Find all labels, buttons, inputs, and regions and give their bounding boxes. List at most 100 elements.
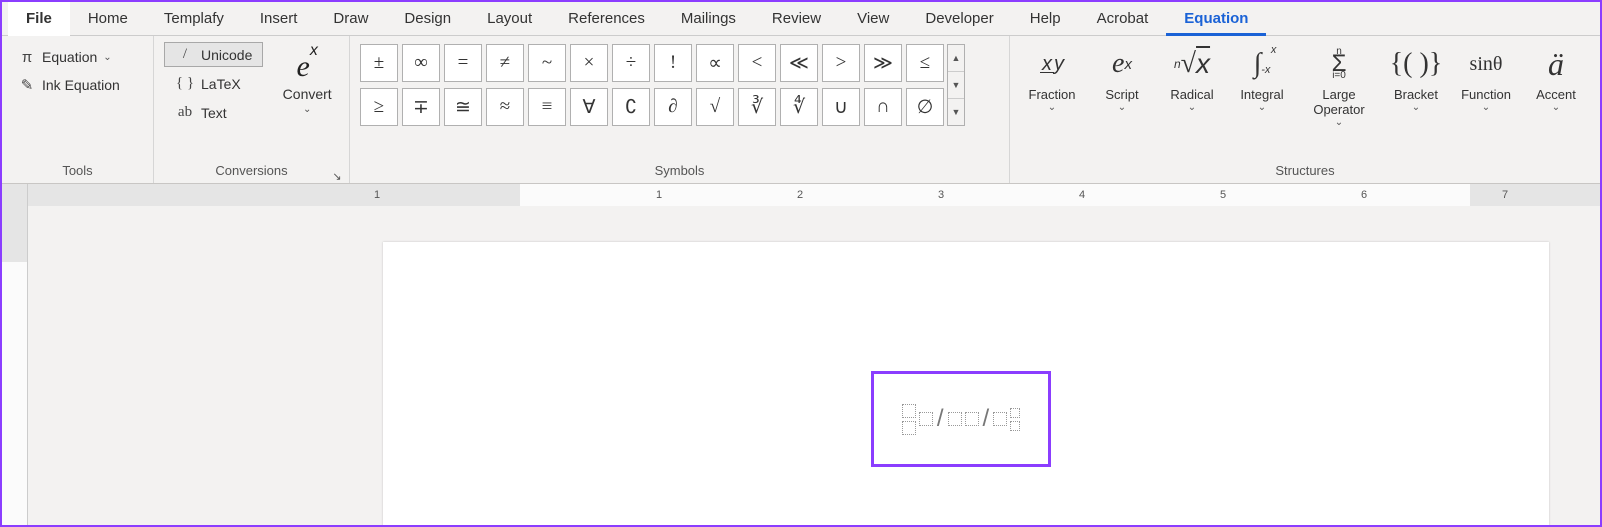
tab-file[interactable]: File [8,2,70,36]
text-icon: ab [175,104,195,121]
symbol-cell[interactable]: ≈ [486,88,524,126]
radical-button[interactable]: n√x Radical ⌄ [1160,42,1224,128]
symbol-cell[interactable]: ≡ [528,88,566,126]
horizontal-ruler[interactable]: 11234567 [2,184,1600,206]
symbol-cell[interactable]: ≅ [444,88,482,126]
symbol-cell[interactable]: ∞ [402,44,440,82]
group-structures: xy Fraction ⌄ ex Script ⌄ n√x Radical ⌄ … [1010,36,1600,183]
chevron-down-icon: ⌄ [103,52,111,63]
tab-insert[interactable]: Insert [242,2,316,36]
equation-button[interactable]: π Equation ⌄ [12,46,126,68]
ink-equation-button[interactable]: ✎ Ink Equation [12,74,126,96]
symbol-cell[interactable]: ≪ [780,44,818,82]
symbols-row-2: ≥∓≅≈≡∀∁∂√∛∜∪∩∅ [360,88,944,126]
symbol-cell[interactable]: ∛ [738,88,776,126]
symbol-cell[interactable]: ∅ [906,88,944,126]
ink-icon: ✎ [18,76,36,94]
pi-icon: π [18,48,36,66]
tab-acrobat[interactable]: Acrobat [1079,2,1167,36]
symbol-cell[interactable]: ± [360,44,398,82]
latex-label: LaTeX [201,76,241,92]
symbol-cell[interactable]: ∝ [696,44,734,82]
function-icon: sinθ [1470,42,1503,86]
chevron-down-icon: ⌄ [1552,103,1560,113]
equation-editor-box[interactable]: / / [871,371,1051,467]
accent-icon: ä [1548,42,1564,86]
symbol-cell[interactable]: × [570,44,608,82]
tab-layout[interactable]: Layout [469,2,550,36]
radical-label: Radical [1170,87,1213,102]
symbol-cell[interactable]: ÷ [612,44,650,82]
large-operator-label: Large Operator [1313,87,1364,117]
chevron-down-icon: ⌄ [1188,103,1196,113]
tab-home[interactable]: Home [70,2,146,36]
fraction-label: Fraction [1029,87,1076,102]
symbol-cell[interactable]: ∪ [822,88,860,126]
tab-templafy[interactable]: Templafy [146,2,242,36]
symbol-cell[interactable]: ≤ [906,44,944,82]
symbols-grid: ±∞=≠~×÷!∝<≪>≫≤ ≥∓≅≈≡∀∁∂√∛∜∪∩∅ [360,44,944,126]
group-structures-label: Structures [1020,161,1590,181]
script-button[interactable]: ex Script ⌄ [1090,42,1154,128]
symbols-row-1: ±∞=≠~×÷!∝<≪>≫≤ [360,44,944,82]
radical-icon: n√x [1174,42,1210,86]
integral-icon: ∫-xx [1254,42,1271,86]
tab-references[interactable]: References [550,2,663,36]
function-label: Function [1461,87,1511,102]
scroll-down-icon[interactable]: ▼ [948,72,964,99]
scroll-expand-icon[interactable]: ▼ [948,99,964,125]
symbol-cell[interactable]: ∀ [570,88,608,126]
symbols-scroll: ▲ ▼ ▼ [947,44,965,126]
script-label: Script [1105,87,1138,102]
slash-icon: / [175,46,195,63]
tab-help[interactable]: Help [1012,2,1079,36]
symbol-cell[interactable]: = [444,44,482,82]
convert-label: Convert [283,86,332,102]
symbol-cell[interactable]: ∂ [654,88,692,126]
dialog-launcher-icon[interactable]: ↘ [331,167,343,179]
symbol-cell[interactable]: ≫ [864,44,902,82]
unicode-button[interactable]: / Unicode [164,42,263,67]
ink-equation-label: Ink Equation [42,77,120,93]
symbol-cell[interactable]: ∁ [612,88,650,126]
symbol-cell[interactable]: ≥ [360,88,398,126]
braces-icon: { } [175,75,195,92]
tab-mailings[interactable]: Mailings [663,2,754,36]
sigma-icon: nΣi=0 [1332,42,1347,86]
symbol-cell[interactable]: ! [654,44,692,82]
group-tools-label: Tools [12,161,143,181]
tab-review[interactable]: Review [754,2,839,36]
symbol-cell[interactable]: ≠ [486,44,524,82]
symbol-cell[interactable]: < [738,44,776,82]
symbol-cell[interactable]: ~ [528,44,566,82]
integral-button[interactable]: ∫-xx Integral ⌄ [1230,42,1294,128]
chevron-down-icon: ⌄ [1412,103,1420,113]
tab-draw[interactable]: Draw [315,2,386,36]
symbol-cell[interactable]: > [822,44,860,82]
tab-equation[interactable]: Equation [1166,2,1266,36]
latex-button[interactable]: { } LaTeX [164,71,263,96]
scroll-up-icon[interactable]: ▲ [948,45,964,72]
symbol-cell[interactable]: √ [696,88,734,126]
symbol-cell[interactable]: ∓ [402,88,440,126]
convert-icon: ex [297,44,318,84]
chevron-down-icon: ⌄ [1048,103,1056,113]
bracket-button[interactable]: {( )} Bracket ⌄ [1384,42,1448,128]
symbol-cell[interactable]: ∜ [780,88,818,126]
document-area[interactable]: / / [28,206,1600,525]
large-operator-button[interactable]: nΣi=0 Large Operator ⌄ [1300,42,1378,128]
tab-design[interactable]: Design [386,2,469,36]
symbol-cell[interactable]: ∩ [864,88,902,126]
bracket-label: Bracket [1394,87,1438,102]
tab-developer[interactable]: Developer [907,2,1011,36]
text-label: Text [201,105,227,121]
function-button[interactable]: sinθ Function ⌄ [1454,42,1518,128]
fraction-icon: xy [1040,42,1064,86]
accent-label: Accent [1536,87,1576,102]
tab-view[interactable]: View [839,2,907,36]
accent-button[interactable]: ä Accent ⌄ [1524,42,1588,128]
fraction-button[interactable]: xy Fraction ⌄ [1020,42,1084,128]
text-button[interactable]: ab Text [164,100,263,125]
convert-button[interactable]: ex Convert ⌄ [275,40,339,115]
vertical-ruler[interactable] [2,206,28,525]
